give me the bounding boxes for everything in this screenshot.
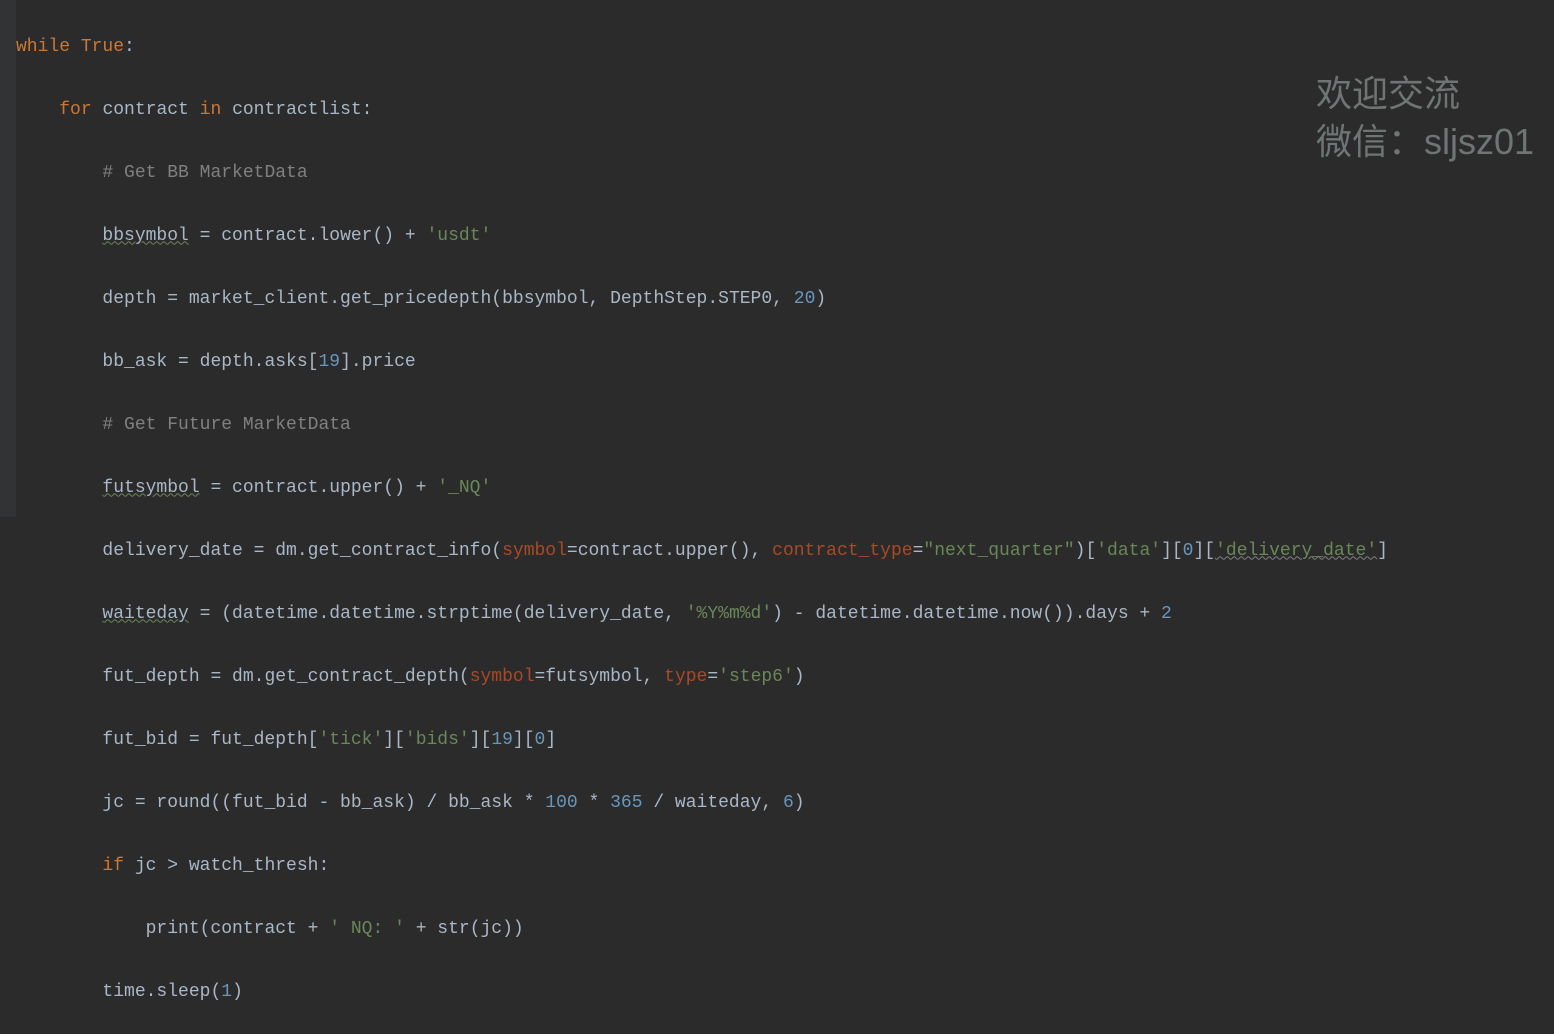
code-line[interactable]: jc = round((fut_bid - bb_ask) / bb_ask *…: [16, 788, 1554, 820]
code-line[interactable]: fut_depth = dm.get_contract_depth(symbol…: [16, 662, 1554, 694]
code-line[interactable]: while True:: [16, 32, 1554, 64]
number-literal: 19: [491, 730, 513, 750]
number-literal: 20: [794, 289, 816, 309]
code-line[interactable]: bbsymbol = contract.lower() + 'usdt': [16, 221, 1554, 253]
string-literal: 'delivery_date': [1215, 541, 1377, 561]
code-line[interactable]: # Get BB MarketData: [16, 158, 1554, 190]
code-line[interactable]: print(contract + ' NQ: ' + str(jc)): [16, 914, 1554, 946]
kwarg-symbol: symbol: [502, 541, 567, 561]
string-literal: 'tick': [318, 730, 383, 750]
kwarg-symbol: symbol: [470, 667, 535, 687]
number-literal: 6: [783, 793, 794, 813]
number-literal: 1: [221, 982, 232, 1002]
number-literal: 100: [545, 793, 577, 813]
kwarg-type: type: [664, 667, 707, 687]
code-line[interactable]: time.sleep(1): [16, 977, 1554, 1009]
string-literal: 'usdt': [426, 226, 491, 246]
string-literal: '_NQ': [437, 478, 491, 498]
kwarg-contract-type: contract_type: [772, 541, 912, 561]
comment: # Get Future MarketData: [102, 415, 350, 435]
editor-gutter: [0, 0, 16, 517]
number-literal: 365: [610, 793, 642, 813]
number-literal: 2: [1161, 604, 1172, 624]
code-line[interactable]: futsymbol = contract.upper() + '_NQ': [16, 473, 1554, 505]
code-line[interactable]: bb_ask = depth.asks[19].price: [16, 347, 1554, 379]
keyword-while: while: [16, 37, 81, 57]
string-literal: ' NQ: ': [329, 919, 405, 939]
code-line[interactable]: depth = market_client.get_pricedepth(bbs…: [16, 284, 1554, 316]
string-literal: 'data': [1096, 541, 1161, 561]
number-literal: 19: [318, 352, 340, 372]
code-editor[interactable]: while True: for contract in contractlist…: [16, 0, 1554, 517]
var-waiteday: waiteday: [102, 604, 188, 624]
code-line[interactable]: waiteday = (datetime.datetime.strptime(d…: [16, 599, 1554, 631]
var-bbsymbol: bbsymbol: [102, 226, 188, 246]
code-line[interactable]: if jc > watch_thresh:: [16, 851, 1554, 883]
keyword-for: for: [59, 100, 102, 120]
code-line[interactable]: # Get Future MarketData: [16, 410, 1554, 442]
string-literal: 'bids': [405, 730, 470, 750]
const-true: True: [81, 37, 124, 57]
keyword-in: in: [200, 100, 232, 120]
string-literal: '%Y%m%d': [686, 604, 772, 624]
string-literal: 'step6': [718, 667, 794, 687]
number-literal: 0: [1183, 541, 1194, 561]
code-line[interactable]: delivery_date = dm.get_contract_info(sym…: [16, 536, 1554, 568]
string-literal: "next_quarter": [923, 541, 1074, 561]
keyword-if: if: [102, 856, 134, 876]
comment: # Get BB MarketData: [102, 163, 307, 183]
number-literal: 0: [535, 730, 546, 750]
var-futsymbol: futsymbol: [102, 478, 199, 498]
code-line[interactable]: for contract in contractlist:: [16, 95, 1554, 127]
code-line[interactable]: fut_bid = fut_depth['tick']['bids'][19][…: [16, 725, 1554, 757]
